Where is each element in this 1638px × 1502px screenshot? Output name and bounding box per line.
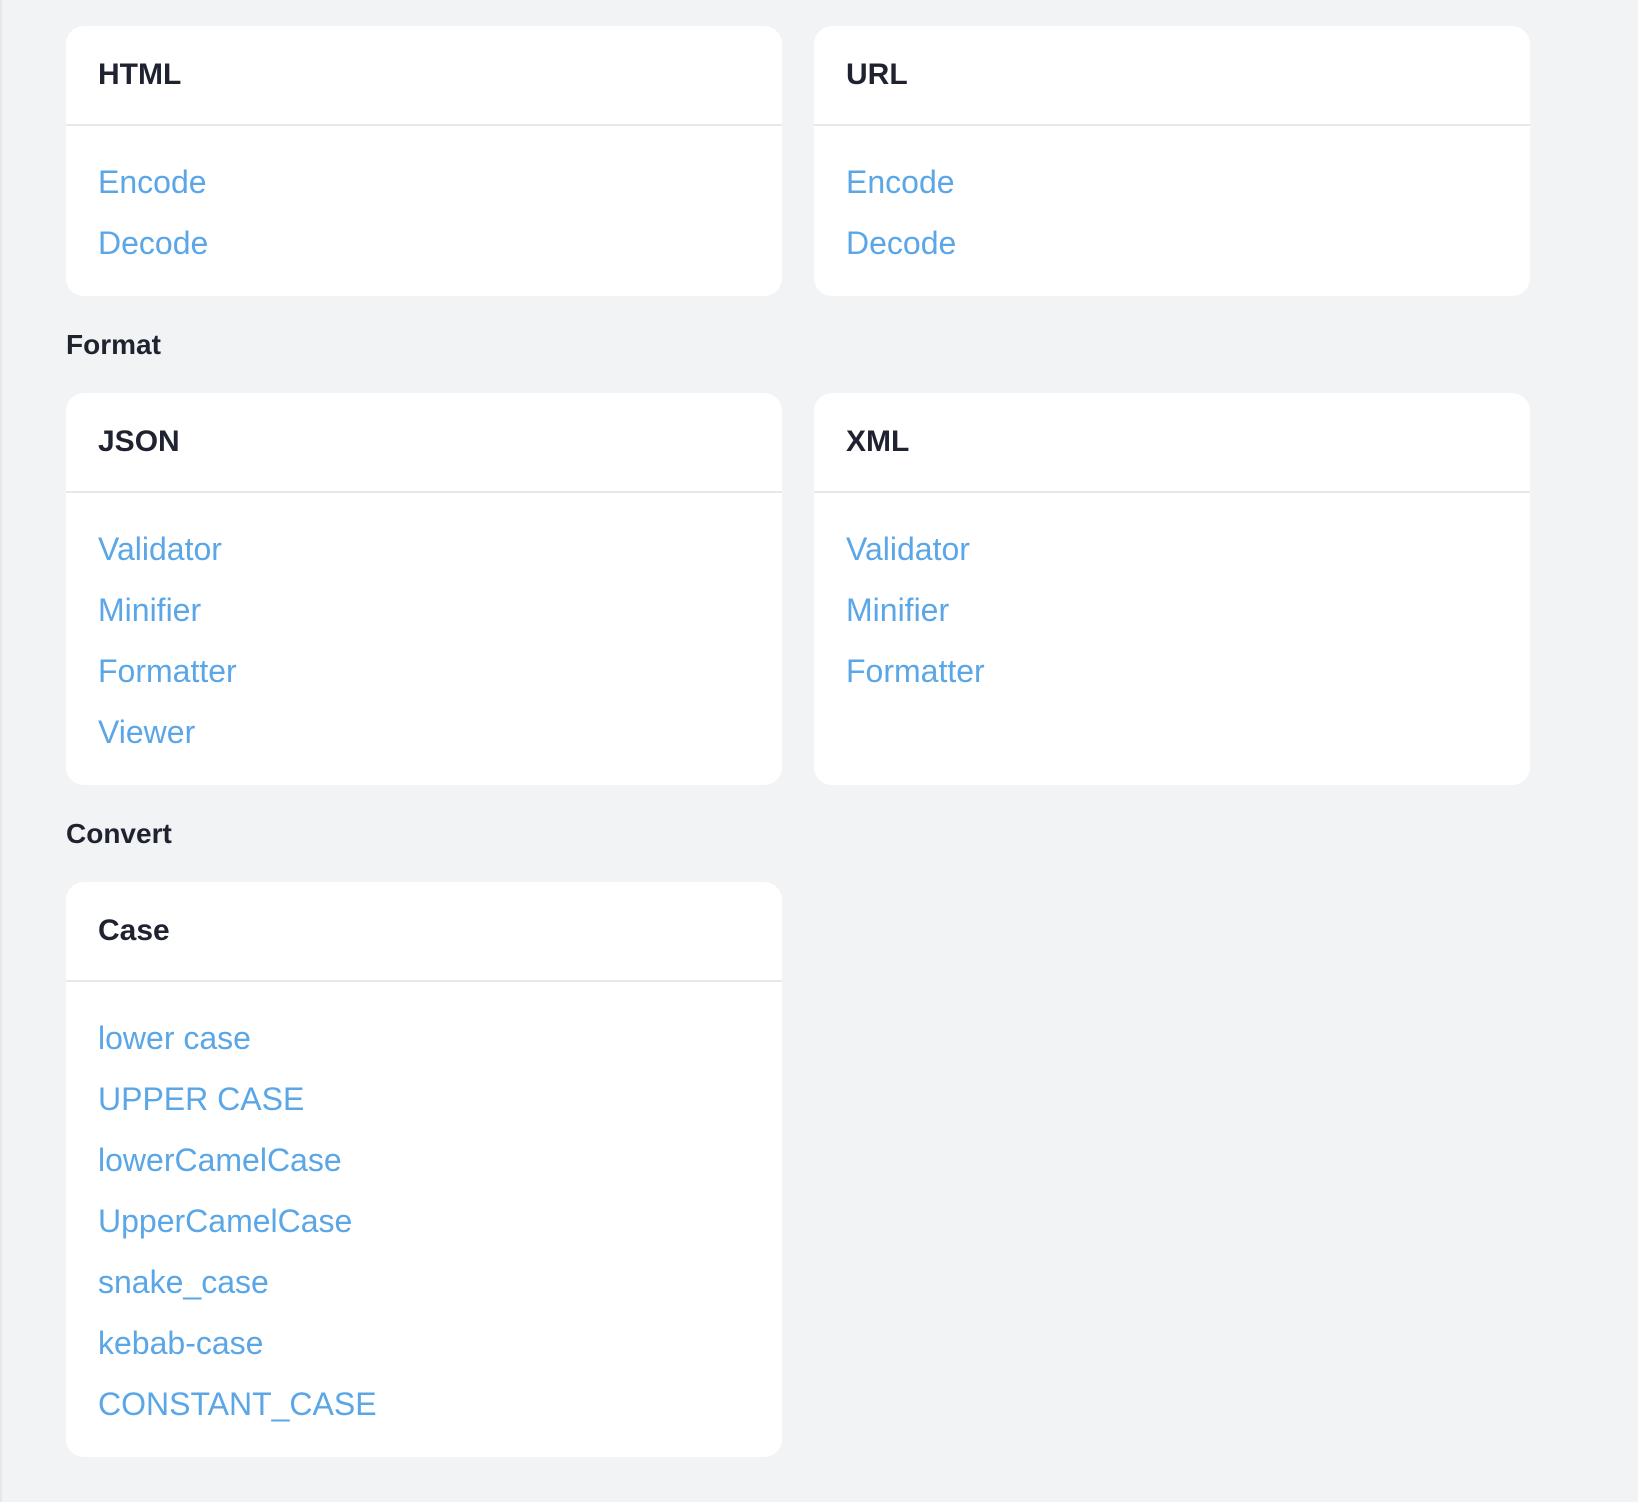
case-card-title: Case (66, 882, 782, 982)
json-formatter-link[interactable]: Formatter (98, 641, 750, 702)
xml-validator-link[interactable]: Validator (846, 519, 1498, 580)
html-card: HTML Encode Decode (66, 26, 782, 296)
case-card-links: lower case UPPER CASE lowerCamelCase Upp… (66, 982, 782, 1457)
constant-case-link[interactable]: CONSTANT_CASE (98, 1374, 750, 1435)
url-card: URL Encode Decode (814, 26, 1530, 296)
convert-grid: Case lower case UPPER CASE lowerCamelCas… (66, 882, 1530, 1457)
html-card-links: Encode Decode (66, 126, 782, 296)
json-card-title: JSON (66, 393, 782, 493)
xml-card: XML Validator Minifier Formatter (814, 393, 1530, 785)
page-left-border (0, 0, 2, 1502)
lower-case-link[interactable]: lower case (98, 1008, 750, 1069)
lower-camel-case-link[interactable]: lowerCamelCase (98, 1130, 750, 1191)
convert-section-title: Convert (66, 817, 172, 849)
xml-minifier-link[interactable]: Minifier (846, 580, 1498, 641)
xml-card-links: Validator Minifier Formatter (814, 493, 1530, 724)
html-encode-link[interactable]: Encode (98, 152, 750, 213)
upper-camel-case-link[interactable]: UpperCamelCase (98, 1191, 750, 1252)
json-validator-link[interactable]: Validator (98, 519, 750, 580)
html-card-title: HTML (66, 26, 782, 126)
kebab-case-link[interactable]: kebab-case (98, 1313, 750, 1374)
upper-case-link[interactable]: UPPER CASE (98, 1069, 750, 1130)
xml-formatter-link[interactable]: Formatter (846, 641, 1498, 702)
json-viewer-link[interactable]: Viewer (98, 702, 750, 763)
xml-card-title: XML (814, 393, 1530, 493)
url-encode-link[interactable]: Encode (846, 152, 1498, 213)
tools-container: HTML Encode Decode URL Encode Decode For… (66, 26, 1530, 1457)
encode-decode-grid: HTML Encode Decode URL Encode Decode (66, 26, 1530, 296)
url-card-title: URL (814, 26, 1530, 126)
format-grid: JSON Validator Minifier Formatter Viewer… (66, 393, 1530, 785)
snake-case-link[interactable]: snake_case (98, 1252, 750, 1313)
format-section-title: Format (66, 328, 161, 360)
case-card: Case lower case UPPER CASE lowerCamelCas… (66, 882, 782, 1457)
json-minifier-link[interactable]: Minifier (98, 580, 750, 641)
json-card: JSON Validator Minifier Formatter Viewer (66, 393, 782, 785)
url-card-links: Encode Decode (814, 126, 1530, 296)
json-card-links: Validator Minifier Formatter Viewer (66, 493, 782, 785)
html-decode-link[interactable]: Decode (98, 213, 750, 274)
url-decode-link[interactable]: Decode (846, 213, 1498, 274)
